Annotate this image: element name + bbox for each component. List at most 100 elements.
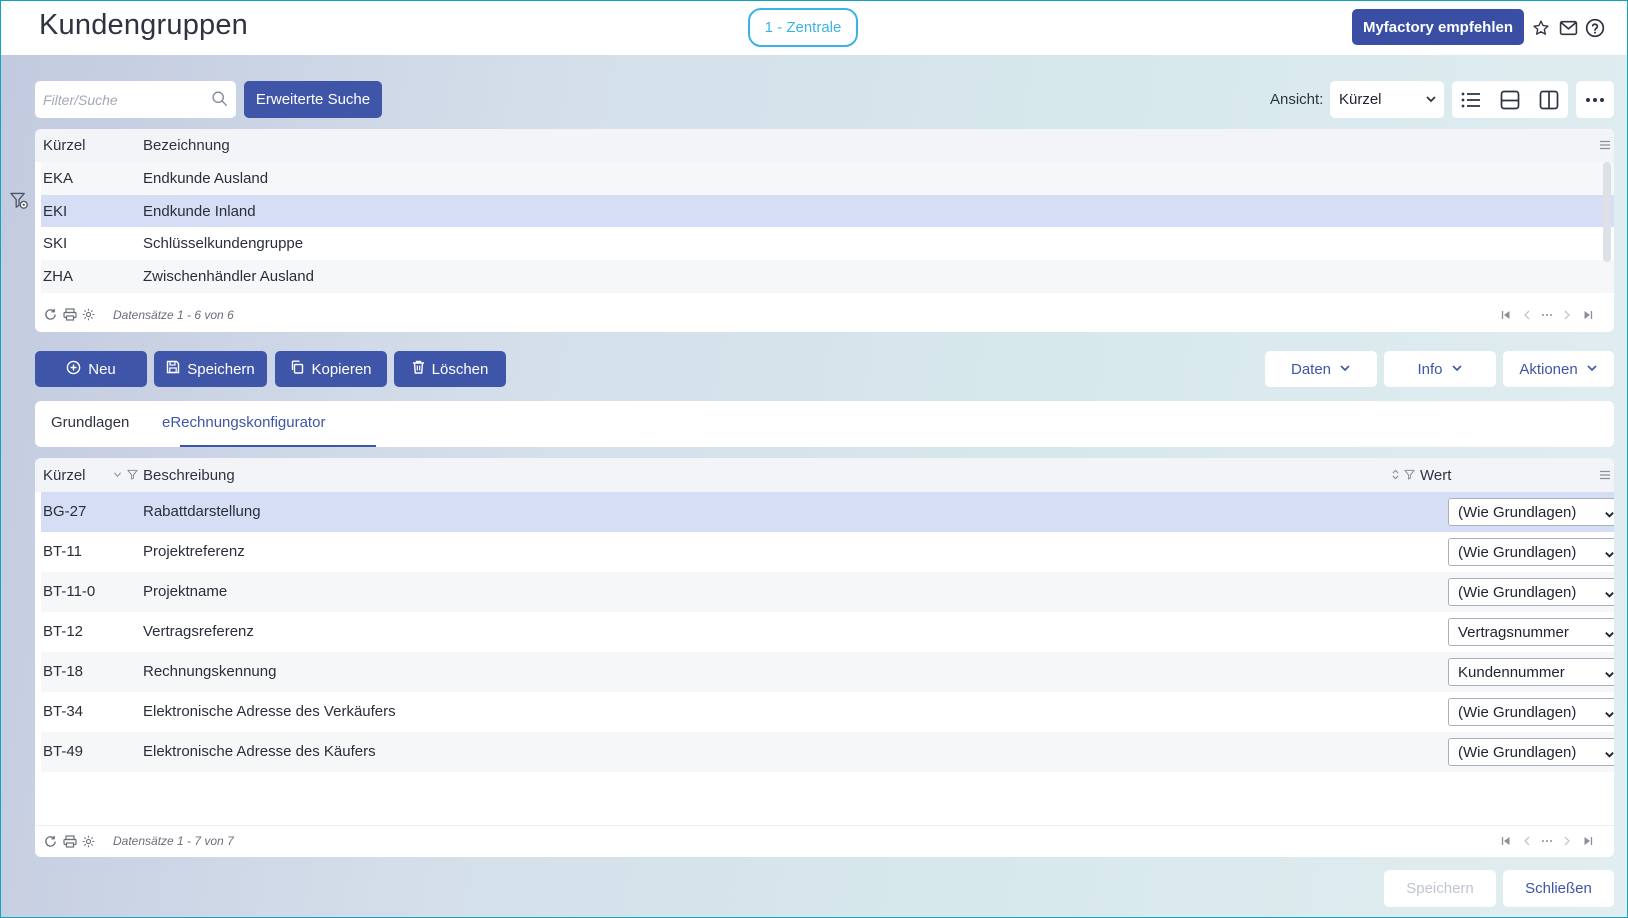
actions-menu-button[interactable]: Aktionen [1503,351,1614,387]
table-row[interactable]: BT-18 Rechnungskennung Kundennummer [41,652,1614,692]
chevron-down-icon [1604,507,1614,524]
chevron-down-icon [1604,547,1614,564]
copy-icon [290,360,304,378]
value-select[interactable]: (Wie Grundlagen) [1448,698,1614,726]
first-page-icon[interactable] [1501,836,1511,846]
table-row[interactable]: BT-11 Projektreferenz (Wie Grundlagen) [41,532,1614,572]
plus-circle-icon [66,360,81,379]
table-row[interactable]: BT-11-0 Projektname (Wie Grundlagen) [41,572,1614,612]
split-horizontal-icon[interactable] [1491,81,1529,118]
table-row[interactable]: EKI Endkunde Inland [41,195,1614,227]
table-row[interactable]: ZHA Zwischenhändler Ausland [41,260,1614,293]
value-select[interactable]: (Wie Grundlagen) [1448,538,1614,566]
row-code: BT-18 [43,663,84,680]
row-description: Rabattdarstellung [143,503,261,520]
organization-selector[interactable]: 1 - Zentrale [748,8,858,47]
split-vertical-icon[interactable] [1530,81,1568,118]
value-select[interactable]: (Wie Grundlagen) [1448,498,1614,526]
sort-icon[interactable] [1391,469,1400,480]
footer-save-button[interactable]: Speichern [1384,870,1496,907]
next-page-icon[interactable] [1563,310,1571,320]
settings-gear-icon[interactable] [82,308,95,321]
delete-button[interactable]: Löschen [394,351,506,387]
save-icon [166,360,180,378]
filter-settings-icon[interactable] [10,192,29,213]
records-count: Datensätze 1 - 6 von 6 [113,307,234,322]
search-icon[interactable] [211,90,228,110]
row-code: BT-34 [43,703,84,720]
records-count: Datensätze 1 - 7 von 7 [113,834,234,848]
value-select[interactable]: (Wie Grundlagen) [1448,578,1614,606]
row-name: Endkunde Inland [143,203,256,220]
view-select[interactable]: Kürzel [1330,81,1444,118]
print-icon[interactable] [63,834,77,848]
chevron-down-icon [1604,667,1614,684]
value-select-text: (Wie Grundlagen) [1458,543,1577,561]
list-view-icon[interactable] [1452,81,1490,118]
column-header-value[interactable]: Wert [1420,467,1451,484]
mail-icon[interactable] [1557,17,1579,39]
advanced-search-label: Erweiterte Suche [255,91,371,108]
table-row[interactable]: SKI Schlüsselkundengruppe [41,227,1614,260]
row-description: Elektronische Adresse des Käufers [143,743,376,760]
refresh-icon[interactable] [44,308,57,321]
close-button[interactable]: Schließen [1503,870,1614,907]
data-menu-button[interactable]: Daten [1265,351,1377,387]
previous-page-icon[interactable] [1523,836,1531,846]
column-menu-icon[interactable] [1599,140,1611,150]
save-button[interactable]: Speichern [154,351,267,387]
search-box[interactable] [35,81,236,118]
settings-gear-icon[interactable] [82,835,95,848]
chevron-down-icon [1451,361,1463,378]
data-menu-label: Daten [1290,360,1332,378]
new-button[interactable]: Neu [35,351,147,387]
copy-button[interactable]: Kopieren [275,351,387,387]
first-page-icon[interactable] [1501,310,1511,320]
tab-grundlagen[interactable]: Grundlagen [51,414,129,431]
table-row[interactable]: BT-34 Elektronische Adresse des Verkäufe… [41,692,1614,732]
last-page-icon[interactable] [1583,836,1593,846]
table-row[interactable]: BT-12 Vertragsreferenz Vertragsnummer [41,612,1614,652]
recommend-button[interactable]: Myfactory empfehlen [1352,9,1524,45]
star-icon[interactable] [1530,17,1552,39]
chevron-down-icon [1604,707,1614,724]
value-select[interactable]: (Wie Grundlagen) [1448,738,1614,766]
filter-icon[interactable] [127,469,138,480]
help-icon[interactable] [1584,17,1606,39]
copy-button-label: Kopieren [311,360,372,378]
table-row[interactable]: BT-49 Elektronische Adresse des Käufers … [41,732,1614,772]
page-ellipsis-icon [1541,313,1553,317]
chevron-down-icon [1604,587,1614,604]
previous-page-icon[interactable] [1523,310,1531,320]
save-button-label: Speichern [187,360,255,378]
refresh-icon[interactable] [44,835,57,848]
vertical-scrollbar[interactable] [1603,162,1611,262]
column-header-name[interactable]: Bezeichnung [143,137,230,154]
tab-erechnungskonfigurator[interactable]: eRechnungskonfigurator [162,414,325,431]
app-header: Kundengruppen 1 - Zentrale Myfactory emp… [0,0,1628,55]
info-menu-label: Info [1417,360,1443,378]
table-row[interactable]: EKA Endkunde Ausland [41,162,1614,195]
table-row[interactable]: BG-27 Rabattdarstellung (Wie Grundlagen) [41,492,1614,532]
row-code: SKI [43,235,68,252]
column-header-code[interactable]: Kürzel [43,467,86,484]
next-page-icon[interactable] [1563,836,1571,846]
advanced-search-button[interactable]: Erweiterte Suche [244,81,382,118]
sort-icon[interactable] [113,470,122,479]
last-page-icon[interactable] [1583,310,1593,320]
row-description: Elektronische Adresse des Verkäufers [143,703,396,720]
chevron-down-icon [1339,361,1351,378]
row-code: ZHA [43,268,73,285]
row-description: Projektname [143,583,228,600]
value-select[interactable]: Kundennummer [1448,658,1614,686]
filter-icon[interactable] [1404,469,1415,480]
column-menu-icon[interactable] [1599,470,1611,480]
column-header-description[interactable]: Beschreibung [143,467,235,484]
value-select[interactable]: Vertragsnummer [1448,618,1614,646]
info-menu-button[interactable]: Info [1384,351,1496,387]
more-options-icon[interactable] [1576,81,1614,118]
print-icon[interactable] [63,308,77,321]
search-input[interactable] [35,81,205,118]
column-header-code[interactable]: Kürzel [43,137,86,154]
new-button-label: Neu [88,360,116,378]
